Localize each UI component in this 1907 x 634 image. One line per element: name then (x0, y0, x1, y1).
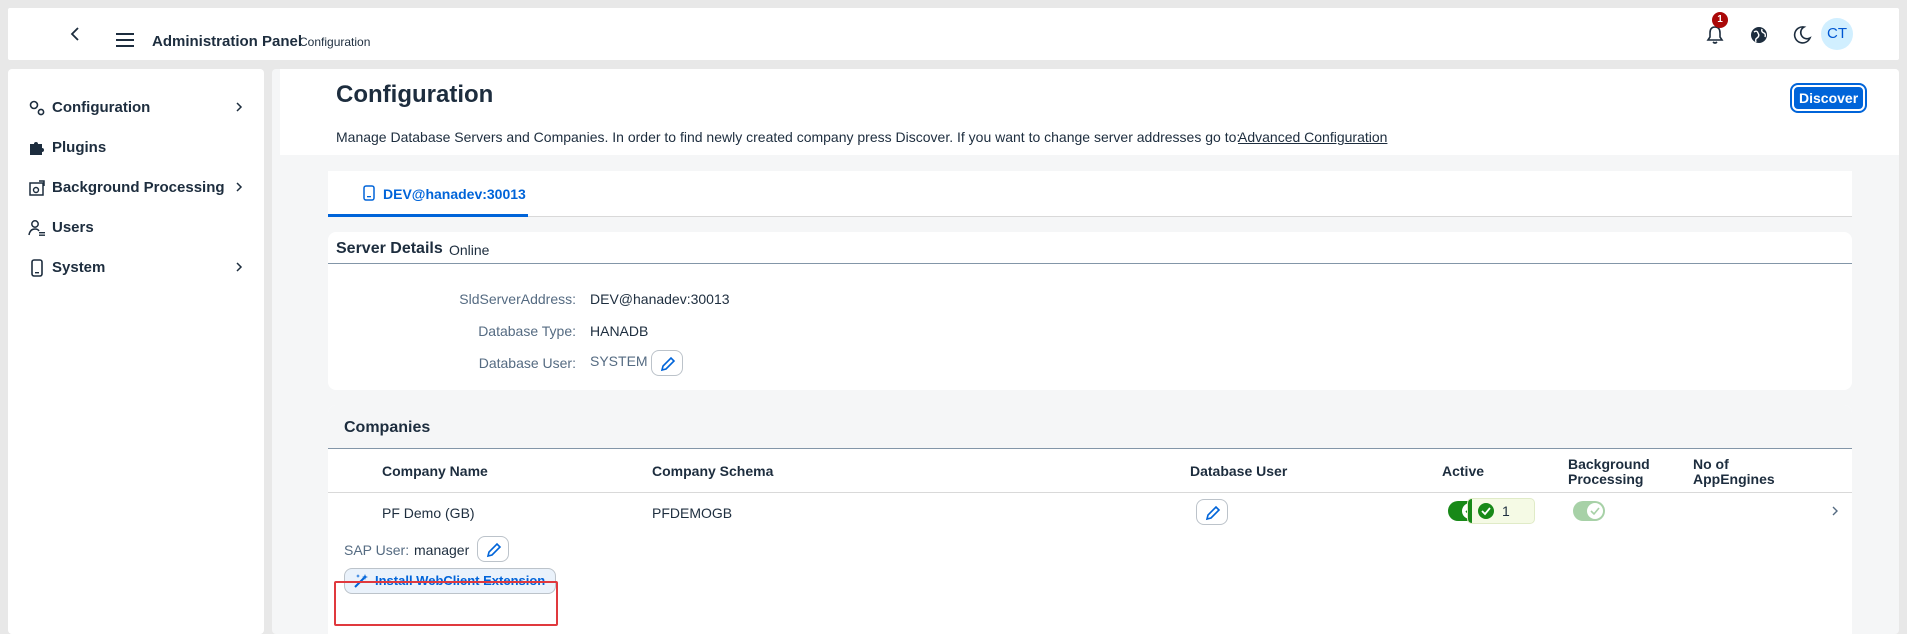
server-status: Online (449, 242, 490, 258)
magic-wand-icon (354, 574, 368, 588)
app-subtitle: Configuration (299, 35, 371, 49)
background-processing-switch[interactable] (1573, 501, 1605, 521)
companies-table: Companies Company Name Company Schema Da… (328, 405, 1852, 634)
company-name-cell: PF Demo (GB) (382, 505, 475, 521)
switch-knob (1587, 503, 1603, 519)
sidebar-item-label: Configuration (52, 99, 151, 116)
hamburger-menu-icon[interactable] (116, 32, 136, 48)
page-title: Configuration (336, 81, 494, 108)
edit-database-user-button[interactable] (651, 350, 683, 376)
discover-button[interactable]: Discover (1789, 83, 1868, 113)
sidebar-item-users[interactable]: Users (8, 209, 264, 245)
row-navigation-chevron-icon[interactable] (1830, 505, 1840, 517)
chevron-right-icon (236, 102, 243, 112)
col-company-schema: Company Schema (652, 463, 774, 479)
app-engines-status[interactable]: 1 (1468, 499, 1534, 523)
sap-user-label: SAP User: (344, 542, 410, 558)
tab-label: DEV@hanadev:30013 (383, 186, 526, 202)
field-label: Database Type: (478, 323, 576, 339)
background-processing-icon (29, 180, 45, 196)
success-check-icon (1478, 503, 1494, 519)
database-user-value: SYSTEM (590, 353, 648, 369)
notification-badge: 1 (1712, 12, 1728, 28)
app-title: Administration Panel (152, 33, 303, 50)
sidebar: Configuration Plugins Background Process… (8, 69, 264, 634)
server-details-card: Server Details Online SldServerAddress: … (328, 232, 1852, 390)
device-icon (363, 185, 375, 201)
col-active: Active (1442, 463, 1485, 479)
device-icon (31, 259, 43, 277)
app-engines-count: 1 (1502, 503, 1510, 519)
puzzle-icon (30, 142, 44, 155)
col-app-engines-line1: No of (1693, 456, 1729, 472)
col-database-user: Database User (1190, 463, 1288, 479)
dark-mode-moon-icon[interactable] (1790, 23, 1814, 47)
server-tabbar: DEV@hanadev:30013 (328, 171, 1852, 217)
col-background-processing-line2: Processing (1568, 471, 1644, 487)
server-details-header: Server Details Online (328, 232, 1852, 264)
pencil-icon (486, 542, 502, 558)
field-label: Database User: (478, 355, 576, 371)
advanced-configuration-link[interactable]: Advanced Configuration (1238, 129, 1387, 145)
checkmark-icon (1590, 507, 1600, 516)
gears-icon (29, 100, 45, 116)
server-details-title: Server Details (336, 240, 443, 257)
pencil-icon (660, 356, 676, 372)
pencil-icon (1205, 505, 1221, 521)
page-header: Configuration Discover Manage Database S… (280, 69, 1899, 155)
companies-title: Companies (344, 419, 431, 436)
col-company-name: Company Name (382, 463, 488, 479)
install-button-label: Install WebClient Extension (375, 573, 546, 588)
sidebar-item-label: System (52, 259, 106, 276)
main-content: Configuration Discover Manage Database S… (272, 69, 1899, 634)
sidebar-item-label: Background Processing (52, 179, 225, 196)
sidebar-item-configuration[interactable]: Configuration (8, 89, 264, 125)
chevron-right-icon (236, 182, 243, 192)
sidebar-item-background-processing[interactable]: Background Processing (8, 169, 264, 205)
edit-sap-user-button[interactable] (477, 536, 509, 562)
sidebar-item-label: Plugins (52, 139, 107, 156)
chevron-right-icon (236, 262, 243, 272)
user-avatar[interactable]: CT (1821, 18, 1853, 50)
sld-server-address-value: DEV@hanadev:30013 (590, 291, 730, 307)
sap-user-value: manager (414, 542, 470, 558)
company-schema-cell: PFDEMOGB (652, 505, 733, 521)
install-webclient-extension-button[interactable]: Install WebClient Extension (344, 568, 557, 594)
sidebar-item-plugins[interactable]: Plugins (8, 129, 264, 165)
database-type-value: HANADB (590, 323, 649, 339)
globe-icon[interactable] (1747, 23, 1771, 47)
shell-bar: Administration Panel Configuration 1 CT (8, 8, 1899, 60)
table-header-row: Company Name Company Schema Database Use… (328, 449, 1852, 493)
col-app-engines-line2: AppEngines (1693, 471, 1775, 487)
sidebar-item-system[interactable]: System (8, 249, 264, 285)
tab-server[interactable]: DEV@hanadev:30013 (328, 171, 528, 217)
edit-company-database-user-button[interactable] (1196, 499, 1228, 525)
field-label: SldServerAddress: (459, 291, 576, 307)
back-arrow-icon[interactable] (68, 26, 84, 42)
page-description: Manage Database Servers and Companies. I… (336, 129, 1241, 145)
companies-header: Companies (328, 405, 1852, 449)
sidebar-item-label: Users (52, 219, 94, 236)
users-icon (28, 220, 45, 236)
col-background-processing-line1: Background (1568, 456, 1650, 472)
